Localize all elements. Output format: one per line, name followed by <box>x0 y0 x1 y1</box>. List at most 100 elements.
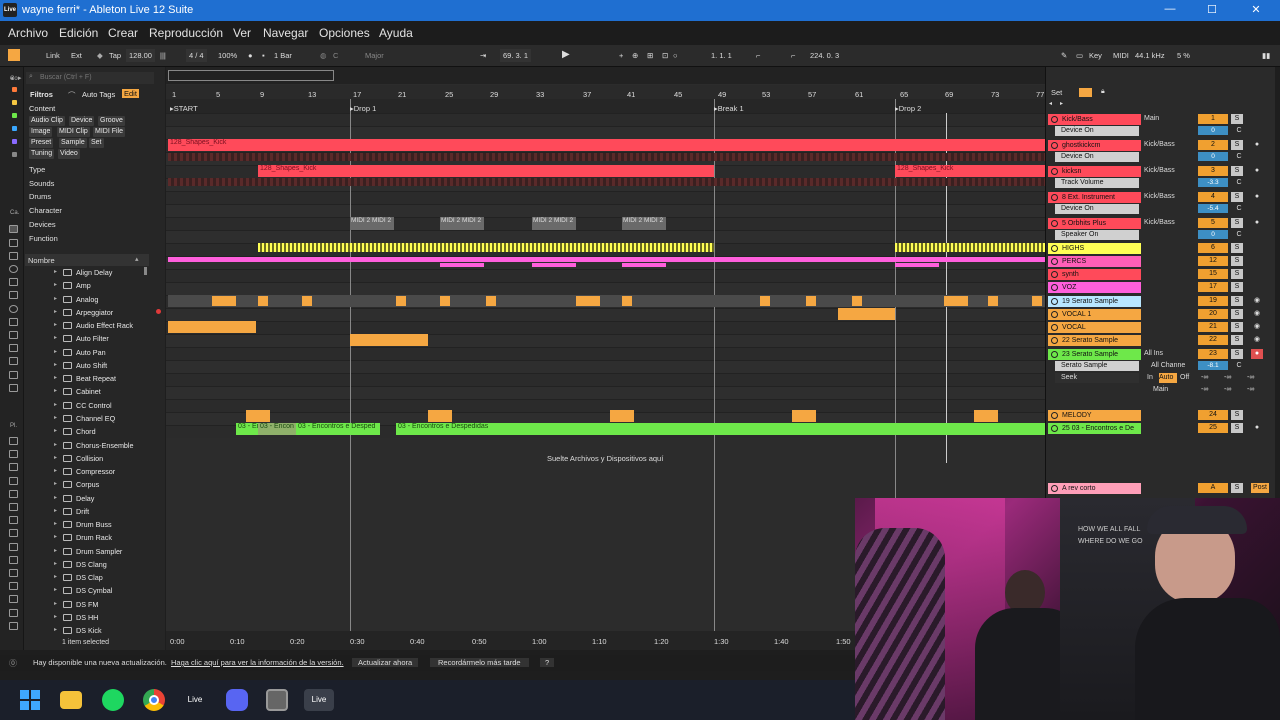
volume-field[interactable]: -3.3 <box>1198 178 1228 187</box>
arm-icon[interactable]: ● <box>1251 166 1263 176</box>
solo-button[interactable]: S <box>1231 269 1243 279</box>
solo-button[interactable]: S <box>1231 114 1243 124</box>
ableton-live-active-icon[interactable]: Live <box>304 689 334 711</box>
arm-icon[interactable]: ● <box>1251 218 1263 228</box>
chrome-icon[interactable] <box>143 689 165 711</box>
device-list-item[interactable]: ▸ Drift <box>49 505 171 518</box>
punch-out-icon[interactable]: ⌐ <box>791 49 795 62</box>
zoom-value[interactable]: 100% <box>218 49 237 62</box>
expand-triangle-icon[interactable]: ▸ <box>54 359 57 372</box>
scroll-right-icon[interactable]: ▸ <box>1060 100 1063 107</box>
serato-clip[interactable] <box>988 296 998 306</box>
expand-triangle-icon[interactable]: ▸ <box>54 293 57 306</box>
sounds-icon[interactable] <box>9 239 18 247</box>
track-header[interactable]: HIGHS <box>1048 243 1141 254</box>
folder-icon[interactable] <box>9 595 18 603</box>
folder-icon[interactable] <box>9 490 18 498</box>
fold-icon[interactable] <box>1051 271 1058 278</box>
solo-button[interactable]: S <box>1231 410 1243 420</box>
expand-triangle-icon[interactable]: ▸ <box>54 412 57 425</box>
cue-button[interactable]: C <box>1233 126 1245 135</box>
tunings-icon[interactable] <box>9 384 18 392</box>
device-list-item[interactable]: ▸ Corpus <box>49 478 171 491</box>
collection-purple-icon[interactable] <box>12 139 17 144</box>
melody-clip[interactable] <box>792 410 816 422</box>
serato-clip[interactable] <box>852 296 862 306</box>
automation-select[interactable]: Track Volume <box>1055 178 1139 188</box>
filter-chip[interactable]: Tuning <box>29 149 55 159</box>
track-lane[interactable] <box>166 282 1045 295</box>
arm-icon[interactable]: ● <box>1251 140 1263 150</box>
audio-clip-kick[interactable]: 128_Shapes_Kick <box>258 165 714 177</box>
solo-button[interactable]: S <box>1231 140 1243 150</box>
automation-select[interactable]: Device On <box>1055 152 1139 162</box>
arm-icon[interactable]: ● <box>1251 423 1263 433</box>
collection-green-icon[interactable] <box>12 113 17 118</box>
arm-icon[interactable]: ● <box>1251 192 1263 202</box>
device-list-item[interactable]: ▸ Chord <box>49 425 171 438</box>
folder-icon[interactable] <box>9 582 18 590</box>
ext-button[interactable]: Ext <box>71 49 82 62</box>
device-list-item[interactable]: ▸ DS Clang <box>49 558 171 571</box>
track-header[interactable]: 25 03 - Encontros e De <box>1048 423 1141 434</box>
device-list-item[interactable]: ▸ Audio Effect Rack <box>49 319 171 332</box>
folder-icon[interactable] <box>9 543 18 551</box>
track-number-button[interactable]: 3 <box>1198 166 1228 176</box>
auto-tags-toggle[interactable]: Auto Tags <box>82 90 115 99</box>
punch-in-icon[interactable]: ⌐ <box>756 49 760 62</box>
expand-triangle-icon[interactable]: ▸ <box>54 385 57 398</box>
serato22-clip[interactable] <box>350 334 428 346</box>
track-number-button[interactable]: 17 <box>1198 282 1228 292</box>
arm-icon[interactable]: ◉ <box>1251 309 1263 319</box>
output-routing[interactable]: Kick/Bass <box>1144 192 1192 202</box>
serato-clip[interactable] <box>212 296 236 306</box>
automation-select[interactable]: Device On <box>1055 204 1139 214</box>
device-list-item[interactable]: ▸ DS Clap <box>49 571 171 584</box>
menu-navegar[interactable]: Navegar <box>263 26 308 40</box>
device-list-item[interactable]: ▸ Drum Sampler <box>49 545 171 558</box>
volume-field[interactable]: -8.1 <box>1198 361 1228 370</box>
quantize-icon[interactable]: ▪ <box>262 49 265 62</box>
fold-icon[interactable] <box>1051 245 1058 252</box>
audio-clip-encontros[interactable]: 03 - Encon <box>258 423 296 435</box>
device-list-item[interactable]: ▸ Beat Repeat <box>49 372 171 385</box>
automation-select[interactable]: Device On <box>1055 126 1139 136</box>
maximize-button[interactable]: ☐ <box>1202 3 1222 16</box>
percs-clip[interactable] <box>895 263 939 267</box>
overdub-icon[interactable]: + <box>619 49 623 62</box>
category-sounds[interactable]: Sounds <box>29 179 54 188</box>
key-map-button[interactable]: Key <box>1089 49 1102 62</box>
percs-clip[interactable] <box>168 257 1045 262</box>
folder-icon[interactable] <box>9 503 18 511</box>
locator-marker[interactable]: ▸START <box>170 104 198 113</box>
device-list-item[interactable]: ▸ Delay <box>49 492 171 505</box>
audio-clip-kick[interactable]: 128_Shapes_Kick <box>895 165 1045 177</box>
time-signature-field[interactable]: 4 / 4 <box>186 49 207 62</box>
track-lane[interactable] <box>166 230 1045 243</box>
solo-button[interactable]: S <box>1231 256 1243 266</box>
filter-chip[interactable]: Sample <box>59 138 87 148</box>
midi-clip[interactable]: MIDI 2 MIDI 2 <box>350 217 394 230</box>
output-routing[interactable]: Kick/Bass <box>1144 166 1192 176</box>
device-list-item[interactable]: ▸ Auto Filter <box>49 332 171 345</box>
cue-button[interactable]: C <box>1233 152 1245 161</box>
voz-lane-clip[interactable] <box>168 295 1045 307</box>
track-number-button[interactable]: 5 <box>1198 218 1228 228</box>
volume-field[interactable]: 0 <box>1198 230 1228 239</box>
serato-clip[interactable] <box>486 296 496 306</box>
percs-clip[interactable] <box>440 263 484 267</box>
monitor-auto[interactable]: Auto <box>1159 373 1177 383</box>
metronome-icon[interactable]: ◆ <box>97 49 103 62</box>
device-list-item[interactable]: ▸ Drum Buss <box>49 518 171 531</box>
expand-triangle-icon[interactable]: ▸ <box>54 531 57 544</box>
fold-icon[interactable] <box>1051 168 1058 175</box>
locator-marker[interactable]: ▸Break 1 <box>714 104 744 113</box>
beat-ruler[interactable] <box>166 85 1045 99</box>
max-for-live-icon[interactable] <box>9 318 18 326</box>
filter-chip[interactable]: Audio Clip <box>29 116 65 126</box>
locator-marker[interactable]: ▸Drop 2 <box>895 104 921 113</box>
expand-triangle-icon[interactable]: ▸ <box>54 584 57 597</box>
serato-clip[interactable] <box>622 296 632 306</box>
device-list-item[interactable]: ▸ Auto Shift <box>49 359 171 372</box>
midi-clip[interactable]: MIDI 2 MIDI 2 <box>622 217 666 230</box>
